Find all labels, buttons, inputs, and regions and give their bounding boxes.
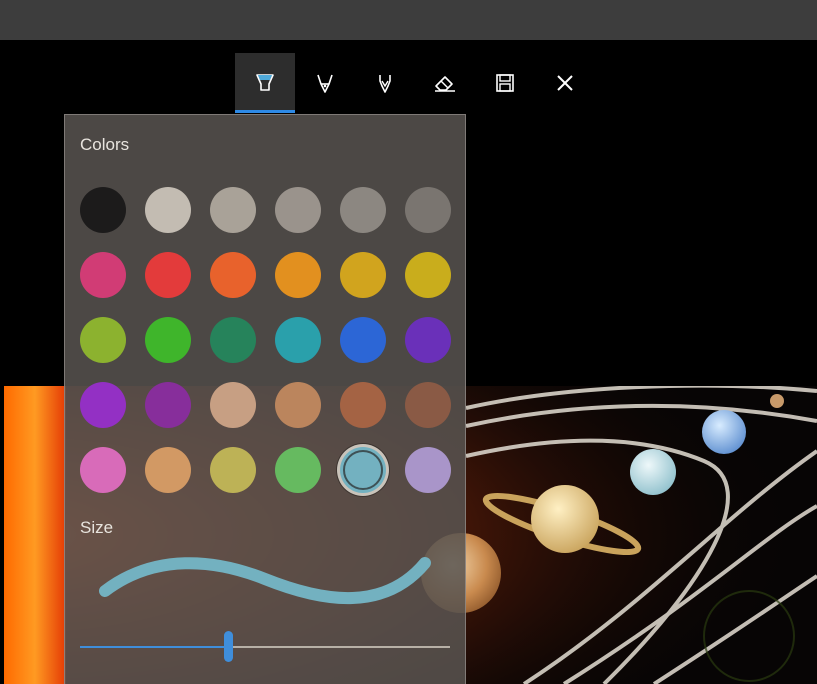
color-swatch[interactable] — [210, 382, 256, 428]
color-swatch[interactable] — [340, 252, 386, 298]
color-swatch[interactable] — [405, 382, 451, 428]
calligraphy-pen-icon — [379, 75, 391, 93]
color-swatch[interactable] — [80, 252, 126, 298]
color-swatch[interactable] — [80, 382, 126, 428]
color-swatch[interactable] — [405, 187, 451, 233]
title-bar[interactable] — [0, 0, 817, 40]
color-swatch[interactable] — [210, 447, 256, 493]
close-button[interactable] — [535, 53, 595, 113]
inking-toolbar — [235, 53, 595, 113]
ballpoint-pen-icon — [317, 74, 333, 93]
color-swatch[interactable] — [145, 382, 191, 428]
color-swatch[interactable] — [145, 187, 191, 233]
color-swatch[interactable] — [275, 317, 321, 363]
color-swatch[interactable] — [210, 187, 256, 233]
slider-fill — [80, 646, 228, 648]
save-button[interactable] — [475, 53, 535, 113]
colors-heading: Colors — [80, 135, 130, 154]
color-swatch[interactable] — [80, 447, 126, 493]
color-swatch[interactable] — [275, 187, 321, 233]
save-icon — [496, 74, 514, 92]
stroke-preview — [99, 557, 431, 604]
close-icon — [557, 75, 573, 91]
size-heading: Size — [80, 518, 114, 537]
calligraphy-pen-button[interactable] — [355, 53, 415, 113]
highlighter-icon — [256, 74, 274, 91]
highlighter-button[interactable] — [235, 53, 295, 113]
color-swatch[interactable] — [340, 447, 386, 493]
color-swatch-grid — [80, 187, 452, 497]
color-swatch[interactable] — [340, 382, 386, 428]
color-swatch[interactable] — [340, 187, 386, 233]
color-swatch[interactable] — [405, 252, 451, 298]
slider-thumb[interactable] — [224, 631, 233, 662]
color-swatch[interactable] — [405, 317, 451, 363]
color-swatch[interactable] — [405, 447, 451, 493]
color-swatch[interactable] — [80, 187, 126, 233]
ballpoint-pen-button[interactable] — [295, 53, 355, 113]
color-swatch[interactable] — [145, 252, 191, 298]
color-swatch[interactable] — [210, 317, 256, 363]
color-size-flyout: Colors Size — [64, 114, 466, 684]
eraser-button[interactable] — [415, 53, 475, 113]
color-swatch[interactable] — [145, 447, 191, 493]
color-swatch[interactable] — [275, 382, 321, 428]
color-swatch[interactable] — [340, 317, 386, 363]
color-swatch[interactable] — [210, 252, 256, 298]
size-slider[interactable] — [80, 631, 450, 662]
eraser-icon — [435, 76, 455, 92]
color-swatch[interactable] — [80, 317, 126, 363]
color-swatch[interactable] — [145, 317, 191, 363]
color-swatch[interactable] — [275, 447, 321, 493]
color-swatch[interactable] — [275, 252, 321, 298]
app-window: Colors Size — [0, 0, 817, 684]
